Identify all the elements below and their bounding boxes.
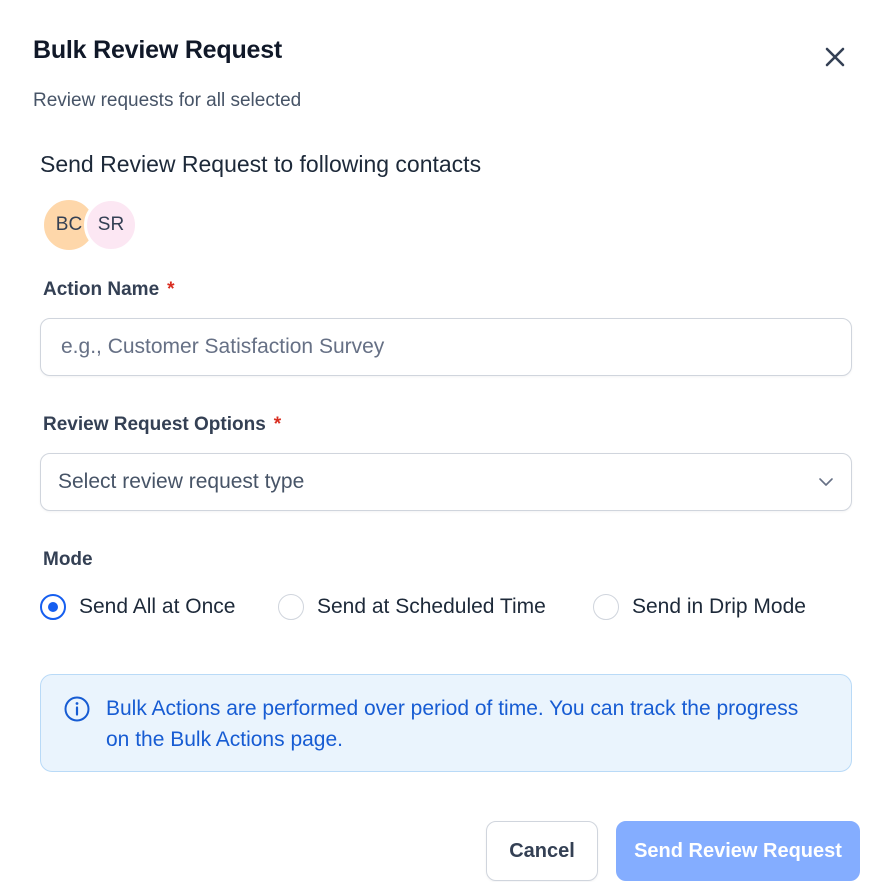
- send-review-request-button[interactable]: Send Review Request: [616, 821, 860, 881]
- mode-label: Mode: [43, 549, 93, 570]
- close-icon[interactable]: [822, 44, 848, 70]
- mode-option-send-all[interactable]: Send All at Once: [40, 594, 235, 620]
- review-request-options-label-text: Review Request Options: [43, 414, 266, 435]
- mode-option-drip[interactable]: Send in Drip Mode: [593, 594, 806, 620]
- radio-button[interactable]: [278, 594, 304, 620]
- radio-button[interactable]: [593, 594, 619, 620]
- action-name-label-text: Action Name: [43, 279, 160, 300]
- radio-label: Send at Scheduled Time: [317, 595, 546, 618]
- select-placeholder: Select review request type: [58, 470, 305, 493]
- info-alert: Bulk Actions are performed over period o…: [40, 674, 852, 772]
- review-request-options-label: Review Request Options *: [43, 414, 281, 436]
- avatar: SR: [84, 198, 138, 252]
- mode-option-scheduled[interactable]: Send at Scheduled Time: [278, 594, 546, 620]
- dialog-title: Bulk Review Request: [33, 36, 283, 64]
- contacts-heading: Send Review Request to following contact…: [40, 151, 482, 177]
- required-marker: *: [167, 279, 175, 300]
- chevron-down-icon: [819, 478, 833, 486]
- info-text: Bulk Actions are performed over period o…: [106, 697, 799, 751]
- action-name-label: Action Name *: [43, 279, 175, 301]
- action-name-input[interactable]: [40, 318, 852, 376]
- radio-button[interactable]: [40, 594, 66, 620]
- info-icon: [64, 696, 90, 722]
- required-marker: *: [273, 414, 282, 435]
- radio-label: Send in Drip Mode: [632, 595, 806, 618]
- dialog-subtitle: Review requests for all selected: [33, 90, 302, 111]
- cancel-button[interactable]: Cancel: [486, 821, 598, 881]
- radio-label: Send All at Once: [79, 595, 236, 618]
- review-request-type-select[interactable]: Select review request type: [40, 453, 852, 511]
